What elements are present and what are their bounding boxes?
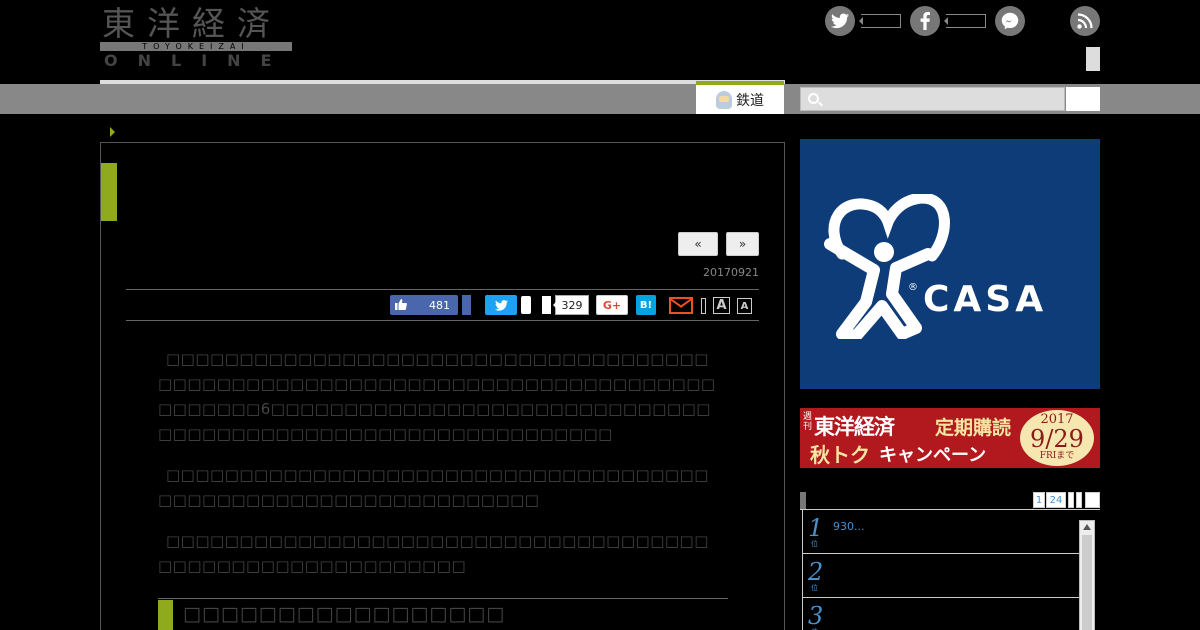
twitter-icon[interactable] (825, 6, 855, 36)
logo-kanji: 東洋経済 (102, 4, 282, 43)
ranking-tab-weekly[interactable] (1068, 492, 1074, 508)
facebook-count-box (944, 14, 986, 28)
ranking-number: 3位 (808, 602, 824, 630)
facebook-like-button[interactable]: 481 (390, 295, 458, 315)
article-paragraph: □□□□□□□□□□□□□□□□□□□□□□□□□□□□□□□□□□□□□□□□… (158, 466, 709, 509)
search-button[interactable] (1066, 87, 1100, 111)
subscription-brand: 東洋経済 (814, 415, 895, 439)
ranking-number: 1位 (808, 514, 824, 548)
breadcrumb-arrow-icon (110, 127, 120, 137)
article-paragraph: □□□□□□□□□□□□□□□□□□□□□□□□□□□□□□□□□□□□□□□□… (158, 350, 716, 443)
ranking-item[interactable]: 2位 (803, 554, 1079, 598)
font-size-large-button[interactable]: A (713, 297, 730, 314)
google-plus-button[interactable]: G+ (596, 295, 628, 315)
nav-tab-railway-label: 鉄道 (736, 92, 764, 109)
ranking-item[interactable]: 3位 (803, 598, 1079, 630)
title-accent-bar (101, 163, 117, 221)
subheading-accent-bar (158, 600, 173, 630)
subheading-divider (158, 598, 728, 599)
ranking-tab-1h[interactable]: 1 (1033, 492, 1045, 508)
article-container: « » 20170921 481 329 G+ B! A A □□□□□□□□□… (100, 142, 785, 630)
twitter-count-box (859, 14, 901, 28)
subscription-ad-banner[interactable]: 週刊 東洋経済 定期購読 秋トク キャンペーン 2017 9/29 FRIまで (800, 408, 1100, 468)
ranking-scrollbar[interactable] (1079, 520, 1095, 630)
facebook-like-count: 481 (429, 298, 450, 312)
tweet-count-box (521, 296, 531, 314)
ranking-number: 2位 (808, 558, 824, 592)
hatena-bookmark-count: 329 (553, 295, 589, 315)
thumbs-up-icon (395, 299, 407, 310)
hatena-bookmark-button[interactable]: B! (636, 295, 656, 315)
next-page-button[interactable]: » (726, 232, 759, 256)
casa-brand-text: CASA (923, 279, 1048, 320)
casa-registered-mark: ® (908, 282, 918, 293)
subscription-weekly-label: 週刊 (803, 412, 813, 432)
logo-roman: TOYOKEIZAI (142, 42, 250, 51)
mail-share-icon[interactable] (669, 297, 693, 314)
print-button[interactable] (701, 298, 706, 314)
ranking-tab-more[interactable] (1085, 492, 1100, 508)
search-icon (808, 93, 819, 104)
facebook-share-button[interactable] (462, 295, 471, 315)
article-date: 20170921 (703, 266, 759, 279)
rss-icon[interactable] (1070, 6, 1100, 36)
subscription-regular-label: 定期購読 (935, 417, 1012, 439)
subscription-campaign-label: キャンペーン (879, 445, 987, 466)
ranking-item[interactable]: 1位 930... (803, 510, 1079, 554)
font-size-small-button[interactable]: A (737, 298, 752, 314)
ranking-item-title: 930... (833, 520, 865, 533)
twitter-bird-icon (494, 299, 508, 311)
subscription-campaign-highlight: 秋トク (810, 443, 870, 467)
article-paragraph: □□□□□□□□□□□□□□□□□□□□□□□□□□□□□□□□□□□□□□□□… (158, 532, 709, 575)
tweet-button[interactable] (485, 295, 517, 315)
ranking-heading-mark (800, 492, 806, 509)
deadline-day: 9/29 (1030, 425, 1084, 453)
railway-character-icon (716, 90, 732, 109)
share-bar-bottom-divider (126, 320, 759, 321)
ranking-tab-monthly[interactable] (1076, 492, 1082, 508)
article-subheading: □□□□□□□□□□□□□□□□□ (183, 603, 506, 625)
scroll-thumb[interactable] (1082, 535, 1092, 630)
nav-tab-railway[interactable]: 鉄道 (696, 81, 784, 114)
casa-ad-banner[interactable]: ® CASA (800, 139, 1100, 389)
ranking-list: 1位 930... 2位 3位 (802, 510, 1096, 630)
scroll-up-arrow-icon[interactable] (1083, 524, 1091, 530)
share-bar-top-divider (126, 289, 759, 290)
ranking-widget: 1 24 1位 930... 2位 3位 (800, 490, 1100, 630)
ranking-tab-24h[interactable]: 24 (1046, 492, 1066, 508)
header-small-button[interactable] (1086, 47, 1100, 71)
facebook-icon[interactable] (910, 6, 940, 36)
search-input[interactable] (800, 87, 1065, 111)
messenger-icon[interactable] (995, 6, 1025, 36)
site-logo[interactable]: 東洋経済 TOYOKEIZAI ONLINE (100, 6, 294, 72)
prev-page-button[interactable]: « (678, 232, 718, 256)
logo-online: ONLINE (104, 51, 292, 70)
subscription-deadline-badge: 2017 9/29 FRIまで (1020, 410, 1094, 466)
